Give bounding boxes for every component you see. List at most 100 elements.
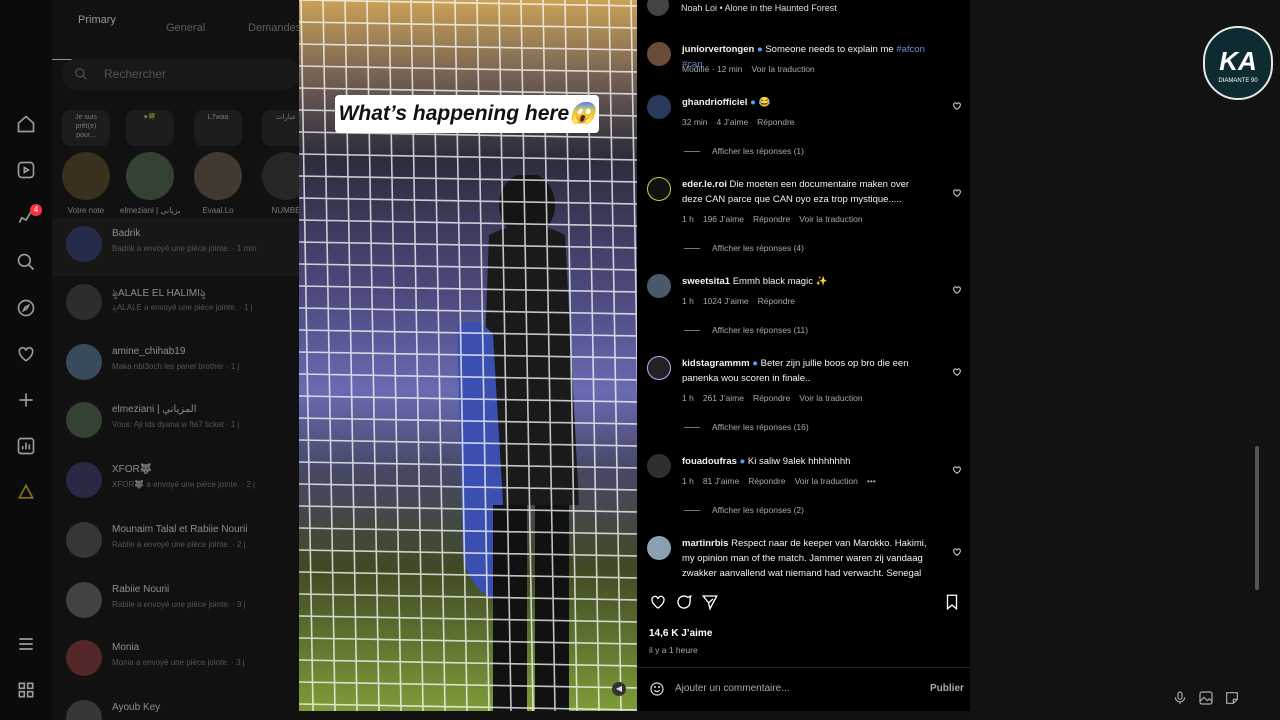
comment-user[interactable]: fouadoufras <box>682 456 737 467</box>
save-icon[interactable] <box>943 593 963 613</box>
view-replies-link[interactable]: Afficher les réponses (11) <box>684 325 808 335</box>
conversation-item[interactable]: Badrik Badrik a envoyé une pièce jointe. … <box>52 218 300 276</box>
emoji-icon[interactable] <box>649 681 665 697</box>
comment-user[interactable]: sweetsita1 <box>682 276 730 287</box>
search-placeholder: Rechercher <box>104 67 167 81</box>
tab-requests[interactable]: Demandes <box>248 22 301 34</box>
view-replies-link[interactable]: Afficher les réponses (2) <box>684 505 804 515</box>
apps-icon[interactable] <box>14 680 38 704</box>
like-comment-icon[interactable] <box>952 98 962 110</box>
avatar[interactable] <box>647 42 671 66</box>
reply-link[interactable]: Répondre <box>758 296 795 306</box>
comment-input[interactable]: Ajouter un commentaire... <box>675 683 790 694</box>
home-icon[interactable] <box>14 114 38 138</box>
reel-video[interactable]: What’s happening here😱 ◀ <box>299 0 637 711</box>
comment-likes[interactable]: 196 J’aime <box>703 214 744 224</box>
reply-link[interactable]: Répondre <box>753 393 790 403</box>
share-icon[interactable] <box>701 593 721 613</box>
tab-general[interactable]: General <box>166 22 205 34</box>
avatar[interactable] <box>647 95 671 119</box>
like-count[interactable]: 14,6 K J’aime <box>649 628 712 639</box>
avatar <box>66 402 102 438</box>
add-comment-bar: Ajouter un commentaire... Publier <box>637 667 970 711</box>
comment-user[interactable]: juniorvertongen <box>682 44 754 55</box>
like-comment-icon[interactable] <box>952 462 962 474</box>
conversation-item[interactable]: Mounaim Talal et Rabiie Nourii Rabiie a e… <box>52 514 300 572</box>
conversation-item[interactable]: Rabiie Nourii Rabiie a envoyé une pièce j… <box>52 574 300 632</box>
scrollbar[interactable] <box>1255 446 1259 590</box>
search-icon <box>75 68 87 80</box>
search-input[interactable]: Rechercher <box>62 58 300 90</box>
avatar[interactable] <box>647 356 671 380</box>
more-options-icon[interactable]: ••• <box>867 476 876 486</box>
insights-icon[interactable] <box>14 436 38 460</box>
conversation-item[interactable]: ৡALALE EL HALIMIৡ ৡALALE a envoyé une piè… <box>52 276 300 334</box>
note-item[interactable]: ♥🍀 elmeziani | المزياني <box>120 110 180 220</box>
see-translation-link[interactable]: Voir la traduction <box>751 64 814 74</box>
reply-link[interactable]: Répondre <box>753 214 790 224</box>
audio-line[interactable]: Noah Loi • Alone in the Haunted Forest <box>647 0 957 16</box>
comment-user[interactable]: eder.le.roi <box>682 179 727 190</box>
see-translation-link[interactable]: Voir la traduction <box>799 214 862 224</box>
conversation-item[interactable]: Ayoub Key <box>52 692 300 720</box>
explore-icon[interactable] <box>14 298 38 322</box>
comment-text: Emmh black magic ✨ <box>732 276 828 287</box>
comment-user[interactable]: ghandriofficiel <box>682 97 747 108</box>
avatar[interactable] <box>647 536 671 560</box>
tab-primary[interactable]: Primary <box>78 14 116 34</box>
comment-user[interactable]: martinrbis <box>682 538 728 549</box>
conversation-item[interactable]: amine_chihab19 Maka nbi3och les panel bro… <box>52 336 300 394</box>
like-comment-icon[interactable] <box>952 185 962 197</box>
conversation-item[interactable]: XFOR🐺 XFOR🐺 a envoyé une pièce jointe. · … <box>52 454 300 512</box>
comment-time: Modifié · 12 min <box>682 64 743 74</box>
microphone-icon[interactable] <box>1172 690 1188 706</box>
image-icon[interactable] <box>1198 690 1214 706</box>
avatar[interactable] <box>647 454 671 478</box>
reels-icon[interactable] <box>14 160 38 184</box>
avatar <box>66 284 102 320</box>
conversation-preview: Monia a envoyé une pièce jointe. · 3 j <box>112 658 245 667</box>
publish-button[interactable]: Publier <box>930 683 964 694</box>
avatar <box>66 226 102 262</box>
like-comment-icon[interactable] <box>952 282 962 294</box>
comment-likes[interactable]: 1024 J’aime <box>703 296 749 306</box>
see-translation-link[interactable]: Voir la traduction <box>795 476 858 486</box>
comment-likes[interactable]: 4 J’aime <box>717 117 749 127</box>
conversation-name: Rabiie Nourii <box>112 584 170 595</box>
note-item[interactable]: Je suis prêt(e) pour... Votre note <box>56 110 116 220</box>
like-icon[interactable] <box>649 593 669 613</box>
comment-icon[interactable] <box>675 593 695 613</box>
avatar <box>66 640 102 676</box>
conversation-preview: XFOR🐺 a envoyé une pièce jointe. · 2 j <box>112 480 255 489</box>
heart-icon[interactable] <box>14 344 38 368</box>
avatar <box>66 522 102 558</box>
avatar[interactable] <box>647 274 671 298</box>
conversation-preview: ৡALALE a envoyé une pièce jointe. · 1 j <box>112 303 253 312</box>
view-replies-link[interactable]: Afficher les réponses (16) <box>684 422 809 432</box>
note-item[interactable]: L7waa Evaal.Lo <box>188 110 248 220</box>
view-replies-link[interactable]: Afficher les réponses (1) <box>684 146 804 156</box>
sticker-icon[interactable] <box>1224 690 1240 706</box>
note-bubble: Je suis prêt(e) pour... <box>62 110 110 146</box>
audio-track: Noah Loi • Alone in the Haunted Forest <box>681 3 837 13</box>
reply-link[interactable]: Répondre <box>757 117 794 127</box>
see-translation-link[interactable]: Voir la traduction <box>799 393 862 403</box>
volume-icon[interactable]: ◀ <box>612 682 626 696</box>
search-icon[interactable] <box>14 252 38 276</box>
meta-ai-icon[interactable] <box>14 482 38 506</box>
comment-likes[interactable]: 261 J’aime <box>703 393 744 403</box>
conversation-name: Ayoub Key <box>112 702 161 713</box>
create-icon[interactable] <box>14 390 38 414</box>
view-replies-link[interactable]: Afficher les réponses (4) <box>684 243 804 253</box>
comment-time: 1 h <box>682 296 694 306</box>
comment-user[interactable]: kidstagrammm <box>682 358 750 369</box>
like-comment-icon[interactable] <box>952 364 962 376</box>
menu-icon[interactable] <box>14 634 38 658</box>
comment-likes[interactable]: 81 J’aime <box>703 476 739 486</box>
conversation-item[interactable]: elmeziani | المزياني Vous: Aji lds dyana … <box>52 394 300 452</box>
conversation-item[interactable]: Monia Monia a envoyé une pièce jointe. · … <box>52 632 300 690</box>
avatar[interactable] <box>647 177 671 201</box>
like-comment-icon[interactable] <box>952 544 962 556</box>
conversation-name: XFOR🐺 <box>112 464 153 475</box>
reply-link[interactable]: Répondre <box>748 476 785 486</box>
